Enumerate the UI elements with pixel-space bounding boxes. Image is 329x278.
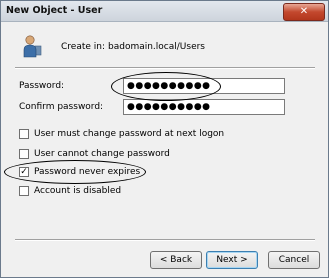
confirm-password-field[interactable]: ●●●●●●●●●● (123, 99, 285, 115)
user-icon (23, 35, 42, 58)
checkbox[interactable] (19, 149, 29, 159)
checkbox-checked[interactable]: ✓ (19, 167, 29, 177)
title-bar: New Object - User ✕ (1, 1, 328, 22)
checkbox[interactable] (19, 186, 29, 196)
option-label: User must change password at next logon (34, 129, 225, 139)
create-in-path: badomain.local/Users (108, 42, 206, 52)
option-label: Account is disabled (34, 186, 122, 196)
separator-top (15, 67, 315, 69)
cancel-button[interactable]: Cancel (268, 251, 320, 269)
separator-bottom (15, 239, 315, 241)
next-button[interactable]: Next > (206, 251, 258, 269)
password-label: Password: (19, 81, 65, 91)
window-title: New Object - User (6, 5, 103, 16)
option-label: Password never expires (34, 167, 141, 177)
create-in-label: Create in: (61, 42, 106, 52)
close-icon: ✕ (299, 6, 309, 17)
option-label: User cannot change password (34, 149, 170, 159)
confirm-password-label: Confirm password: (19, 102, 104, 112)
checkbox[interactable] (19, 129, 29, 139)
back-button[interactable]: < Back (150, 251, 202, 269)
new-object-user-dialog: New Object - User ✕ Create in: badomain.… (0, 0, 329, 278)
close-button[interactable]: ✕ (283, 3, 325, 21)
password-field[interactable]: ●●●●●●●●●● (123, 78, 285, 94)
